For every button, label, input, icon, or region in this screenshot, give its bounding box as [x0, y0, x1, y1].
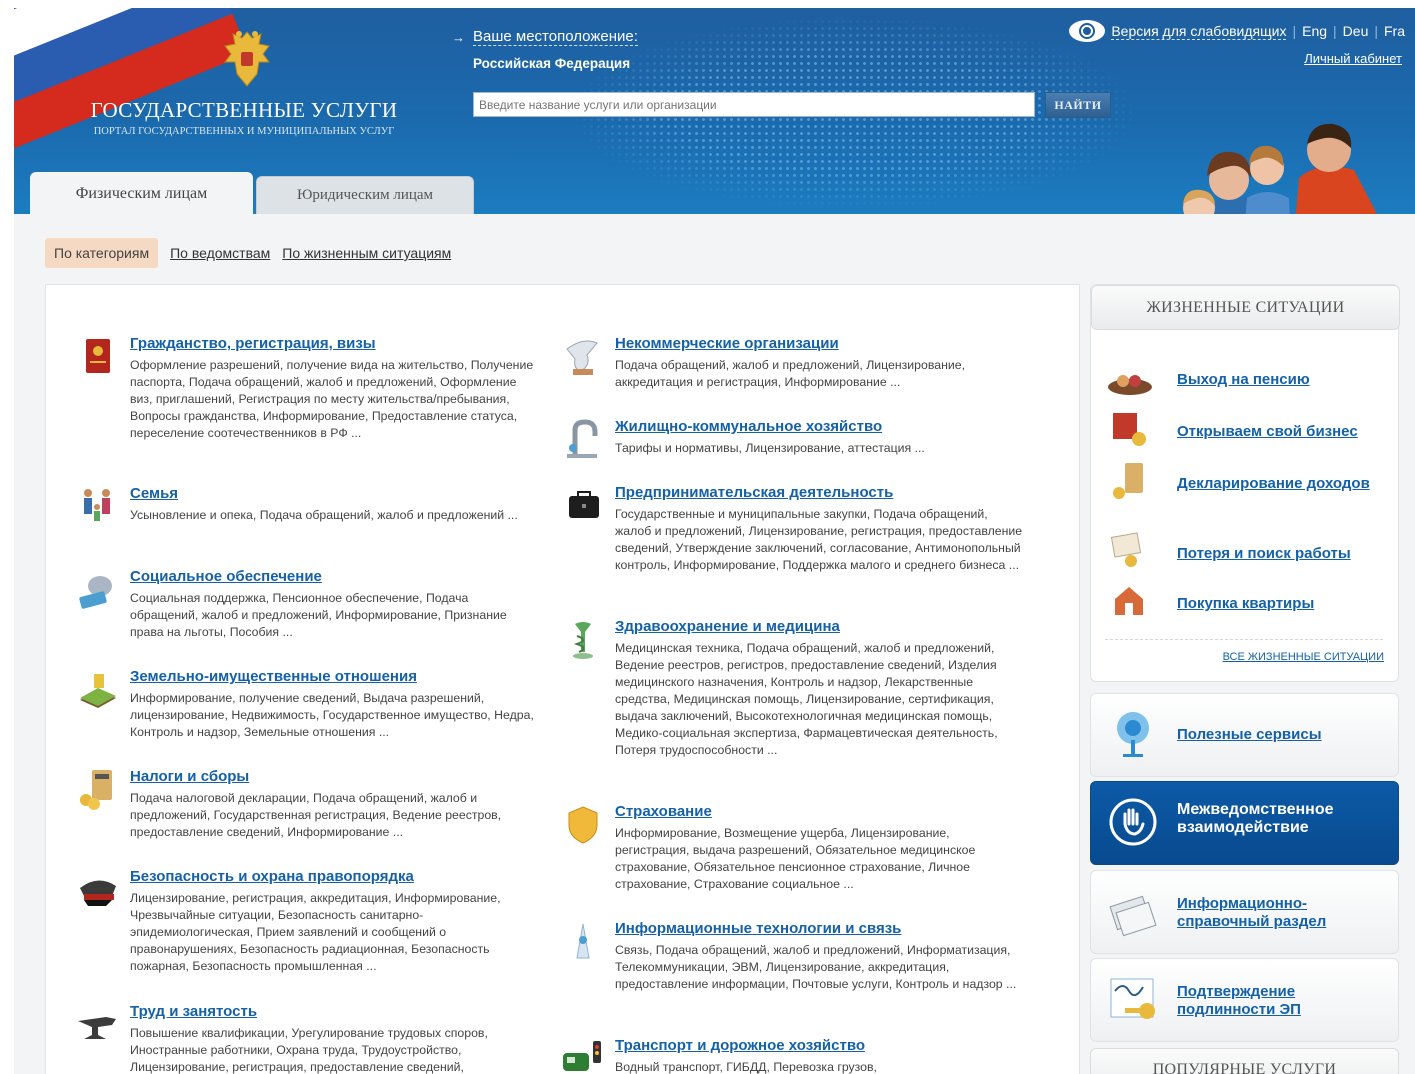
category-description: Водный транспорт, ГИБДД, Перевозка грузо… [615, 1060, 877, 1074]
interagency-card[interactable]: Межведомственное взаимодействие [1090, 781, 1399, 865]
category-title[interactable]: Жилищно-коммунальное хозяйство [615, 418, 882, 435]
category-description: Лицензирование, регистрация, аккредитаци… [130, 891, 501, 973]
useful-services-card[interactable]: Полезные сервисы [1090, 693, 1399, 777]
location-link[interactable]: Ваше местоположение: [473, 28, 638, 46]
caduceus-icon [573, 622, 593, 659]
life-item-label[interactable]: Декларирование доходов [1177, 475, 1387, 493]
brand-subtitle: ПОРТАЛ ГОСУДАРСТВЕННЫХ И МУНИЦИПАЛЬНЫХ У… [93, 126, 395, 137]
coat-of-arms-icon [224, 31, 270, 87]
category-description: Информирование, получение сведений, Выда… [130, 691, 534, 739]
location-arrow-icon: → [452, 30, 465, 45]
category-title[interactable]: Социальное обеспечение [130, 568, 322, 585]
calculator-icon [1113, 463, 1143, 499]
train-icon [563, 1041, 601, 1071]
lang-fra-link[interactable]: Fra [1384, 23, 1405, 39]
life-item-pension[interactable]: Выход на пенсию [1105, 361, 1385, 405]
search-input[interactable] [473, 92, 1035, 117]
category-title[interactable]: Земельно-имущественные отношения [130, 668, 417, 685]
lang-deu-link[interactable]: Deu [1343, 23, 1369, 39]
category-description: Подача обращений, жалоб и предложений, Л… [615, 358, 966, 389]
info-reference-card[interactable]: Информационно-справочный раздел [1090, 870, 1399, 954]
interagency-label[interactable]: Межведомственное взаимодействие [1177, 801, 1387, 837]
subtabs: По категориям По ведомствам По жизненным… [45, 238, 451, 268]
subtab-by-agency[interactable]: По ведомствам [170, 245, 270, 261]
anvil-icon [78, 1017, 116, 1039]
land-icon [80, 674, 116, 708]
useful-services-label[interactable]: Полезные сервисы [1177, 726, 1387, 744]
antenna-icon [1117, 712, 1149, 757]
antenna-icon [576, 923, 590, 959]
category-description: Тарифы и нормативы, Лицензирование, атте… [615, 441, 925, 455]
signature-verification-label[interactable]: Подтверждение подлинности ЭП [1177, 983, 1387, 1019]
life-situations-title: ЖИЗНЕННЫЕ СИТУАЦИИ [1091, 285, 1400, 330]
life-item-income-declaration[interactable]: Декларирование доходов [1105, 461, 1385, 505]
category-title[interactable]: Страхование [615, 803, 712, 820]
category-title[interactable]: Налоги и сборы [130, 768, 249, 785]
business-icon [1113, 413, 1146, 446]
category-title[interactable]: Гражданство, регистрация, визы [130, 335, 376, 352]
passport-icon [86, 339, 110, 373]
signature-key-icon [1110, 978, 1155, 1019]
category-title[interactable]: Безопасность и охрана правопорядка [130, 868, 414, 885]
tab-legal-entities[interactable]: Юридическим лицам [256, 176, 474, 214]
category-title[interactable]: Семья [130, 485, 178, 502]
house-keys-icon [1115, 587, 1143, 615]
category-description: Повышение квалификации, Урегулирование т… [130, 1026, 488, 1074]
tab-individuals[interactable]: Физическим лицам [30, 172, 253, 216]
category-title[interactable]: Труд и занятость [130, 1003, 257, 1020]
signature-verification-card[interactable]: Подтверждение подлинности ЭП [1090, 958, 1399, 1042]
life-item-business[interactable]: Открываем свой бизнес [1105, 409, 1385, 453]
page-frame: ГОСУДАРСТВЕННЫЕ УСЛУГИ ПОРТАЛ ГОСУДАРСТВ… [14, 8, 1415, 1074]
divider [1105, 639, 1383, 640]
cabinet-link[interactable]: Личный кабинет [1304, 51, 1402, 66]
life-item-label[interactable]: Покупка квартиры [1177, 595, 1387, 613]
job-search-icon [1110, 532, 1142, 567]
life-item-label[interactable]: Потеря и поиск работы [1177, 545, 1387, 563]
category-description: Информирование, Возмещение ущерба, Лицен… [615, 826, 976, 891]
faucet-icon [567, 419, 598, 458]
search-button[interactable]: НАЙТИ [1045, 92, 1111, 118]
location-value: Российская Федерация [473, 56, 631, 71]
subtab-by-life-situation[interactable]: По жизненным ситуациям [282, 245, 451, 261]
category-description: Государственные и муниципальные закупки,… [615, 507, 1023, 572]
life-item-job-search[interactable]: Потеря и поиск работы [1105, 531, 1385, 575]
category-description: Усыновление и опека, Подача обращений, ж… [130, 508, 518, 522]
popular-services-title: ПОПУЛЯРНЫЕ УСЛУГИ [1090, 1048, 1399, 1074]
hand-circle-icon [1109, 798, 1157, 846]
category-title[interactable]: Здравоохранение и медицина [615, 618, 840, 635]
top-links: Версия для слабовидящих | Eng | Deu | Fr… [1069, 20, 1405, 42]
family-icon [84, 489, 110, 521]
accessibility-link[interactable]: Версия для слабовидящих [1111, 23, 1287, 40]
category-title[interactable]: Транспорт и дорожное хозяйство [615, 1037, 865, 1054]
documents-icon [1109, 895, 1157, 937]
dove-icon [566, 340, 598, 375]
category-description: Подача налоговой декларации, Подача обра… [130, 791, 502, 839]
life-item-apartment[interactable]: Покупка квартиры [1105, 581, 1385, 625]
category-title[interactable]: Информационные технологии и связь [615, 920, 901, 937]
category-description: Оформление разрешений, получение вида на… [130, 358, 534, 440]
calculator-coins-icon [80, 770, 112, 810]
pension-icon [1108, 375, 1152, 395]
all-life-situations-link[interactable]: ВСЕ ЖИЗНЕННЫЕ СИТУАЦИИ [1223, 651, 1384, 663]
brand-title: ГОСУДАРСТВЕННЫЕ УСЛУГИ [90, 98, 398, 122]
category-description: Медицинская техника, Подача обращений, ж… [615, 641, 998, 757]
info-reference-label[interactable]: Информационно-справочный раздел [1177, 895, 1387, 931]
category-title[interactable]: Некоммерческие организации [615, 335, 839, 352]
lang-eng-link[interactable]: Eng [1302, 23, 1327, 39]
eye-icon[interactable] [1069, 20, 1106, 42]
life-situations-box: ЖИЗНЕННЫЕ СИТУАЦИИ Выход на пенсию Откры… [1090, 284, 1400, 682]
police-cap-icon [80, 880, 116, 906]
shield-icon [568, 806, 598, 844]
categories-panel: Гражданство, регистрация, визы Оформлени… [45, 284, 1080, 1074]
category-description: Связь, Подача обращений, жалоб и предлож… [615, 943, 1017, 991]
category-title[interactable]: Предпринимательская деятельность [615, 484, 893, 501]
briefcase-icon [569, 491, 599, 518]
subtab-by-category[interactable]: По категориям [45, 238, 159, 268]
life-item-label[interactable]: Открываем свой бизнес [1177, 423, 1387, 441]
family-photo [1183, 123, 1377, 214]
category-description: Социальная поддержка, Пенсионное обеспеч… [130, 591, 507, 639]
piggy-money-icon [79, 576, 112, 609]
life-item-label[interactable]: Выход на пенсию [1177, 371, 1387, 389]
